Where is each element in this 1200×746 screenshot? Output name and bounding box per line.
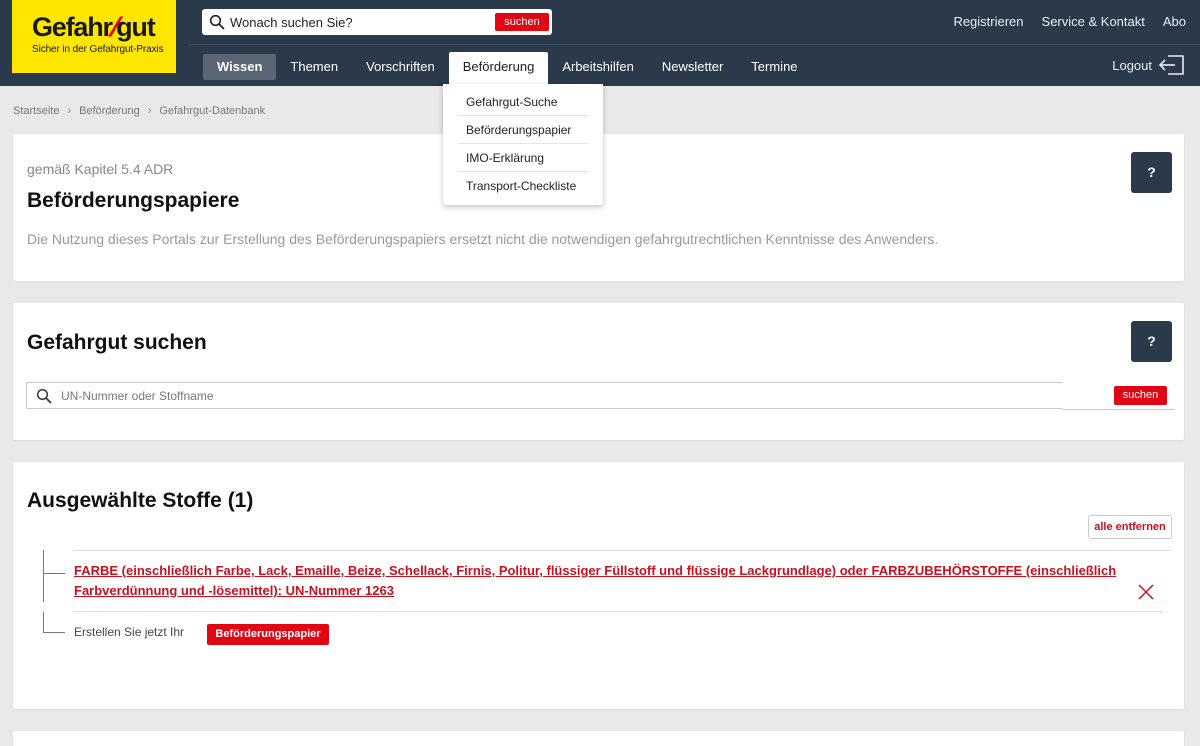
nav-item-vorschriften[interactable]: Vorschriften bbox=[352, 54, 449, 80]
nav-item-termine[interactable]: Termine bbox=[737, 54, 811, 80]
header-search-input[interactable] bbox=[230, 12, 490, 32]
selected-substances-title: Ausgewählte Stoffe (1) bbox=[27, 489, 254, 512]
logout-button[interactable]: Logout bbox=[1112, 54, 1186, 76]
main-nav: Wissen Themen Vorschriften Beförderung A… bbox=[203, 52, 812, 86]
service-contact-link[interactable]: Service & Kontakt bbox=[1042, 14, 1145, 29]
subscription-link[interactable]: Abo bbox=[1163, 14, 1186, 29]
tree-line bbox=[43, 573, 65, 574]
divider bbox=[73, 611, 1163, 612]
nav-item-themen[interactable]: Themen bbox=[276, 54, 352, 80]
breadcrumb-home[interactable]: Startseite bbox=[13, 105, 59, 117]
intro-help-button[interactable]: ? bbox=[1131, 152, 1172, 193]
divider bbox=[73, 550, 1172, 551]
logo-wordmark: Gefahr/gut bbox=[32, 12, 156, 42]
befoerderung-dropdown-menu: Gefahrgut-Suche Beförderungspapier IMO-E… bbox=[443, 84, 603, 205]
hazmat-search-input[interactable] bbox=[61, 387, 1041, 405]
hazmat-search-button[interactable]: suchen bbox=[1114, 386, 1167, 405]
search-card-title: Gefahrgut suchen bbox=[27, 331, 207, 354]
top-links: Registrieren Service & Kontakt Abo bbox=[953, 14, 1186, 29]
next-card bbox=[13, 731, 1184, 746]
breadcrumb-current: Gefahrgut-Datenbank bbox=[159, 105, 266, 117]
menu-item-transport-checkliste[interactable]: Transport-Checkliste bbox=[458, 172, 588, 200]
header-search-button[interactable]: suchen bbox=[495, 13, 549, 31]
logo-tagline: Sicher in der Gefahrgut-Praxis bbox=[32, 44, 164, 55]
nav-divider bbox=[188, 44, 1200, 45]
menu-item-befoerderungspapier[interactable]: Beförderungspapier bbox=[458, 116, 588, 144]
menu-item-gefahrgut-suche[interactable]: Gefahrgut-Suche bbox=[458, 88, 588, 116]
logout-icon bbox=[1158, 55, 1184, 75]
nav-item-arbeitshilfen[interactable]: Arbeitshilfen bbox=[548, 54, 648, 80]
search-icon bbox=[209, 14, 225, 30]
search-icon bbox=[36, 388, 52, 404]
breadcrumb-separator: › bbox=[147, 105, 152, 117]
logout-label: Logout bbox=[1112, 57, 1152, 73]
nav-item-befoerderung[interactable]: Beförderung bbox=[448, 52, 549, 86]
create-transport-document-button[interactable]: Beförderungspapier bbox=[207, 624, 329, 645]
tree-line bbox=[43, 612, 44, 632]
site-header: Gefahr/gut Sicher in der Gefahrgut-Praxi… bbox=[0, 0, 1200, 86]
create-document-label: Erstellen Sie jetzt Ihr bbox=[74, 625, 185, 639]
menu-item-imo-erklaerung[interactable]: IMO-Erklärung bbox=[458, 144, 588, 172]
search-card: Gefahrgut suchen ? suchen bbox=[13, 303, 1184, 440]
remove-all-button[interactable]: alle entfernen bbox=[1088, 515, 1172, 539]
nav-item-wissen[interactable]: Wissen bbox=[203, 54, 277, 80]
tree-line bbox=[43, 632, 65, 633]
hazmat-search: suchen bbox=[26, 382, 1175, 410]
intro-description: Die Nutzung dieses Portals zur Erstellun… bbox=[27, 231, 939, 247]
header-search: suchen bbox=[202, 9, 552, 35]
intro-subtitle: gemäß Kapitel 5.4 ADR bbox=[27, 161, 174, 177]
breadcrumb-separator: › bbox=[67, 105, 72, 117]
nav-item-newsletter[interactable]: Newsletter bbox=[648, 54, 737, 80]
breadcrumb-befoerderung[interactable]: Beförderung bbox=[79, 105, 140, 117]
site-logo[interactable]: Gefahr/gut Sicher in der Gefahrgut-Praxi… bbox=[12, 0, 176, 73]
tree-line bbox=[43, 550, 44, 602]
breadcrumb: Startseite › Beförderung › Gefahrgut-Dat… bbox=[13, 105, 265, 117]
register-link[interactable]: Registrieren bbox=[953, 14, 1023, 29]
selected-substances-card: Ausgewählte Stoffe (1) alle entfernen FA… bbox=[13, 462, 1184, 709]
close-icon[interactable] bbox=[1136, 582, 1156, 602]
search-help-button[interactable]: ? bbox=[1131, 321, 1172, 362]
substance-link[interactable]: FARBE (einschließlich Farbe, Lack, Email… bbox=[74, 561, 1134, 601]
page-title: Beförderungspapiere bbox=[27, 189, 240, 212]
